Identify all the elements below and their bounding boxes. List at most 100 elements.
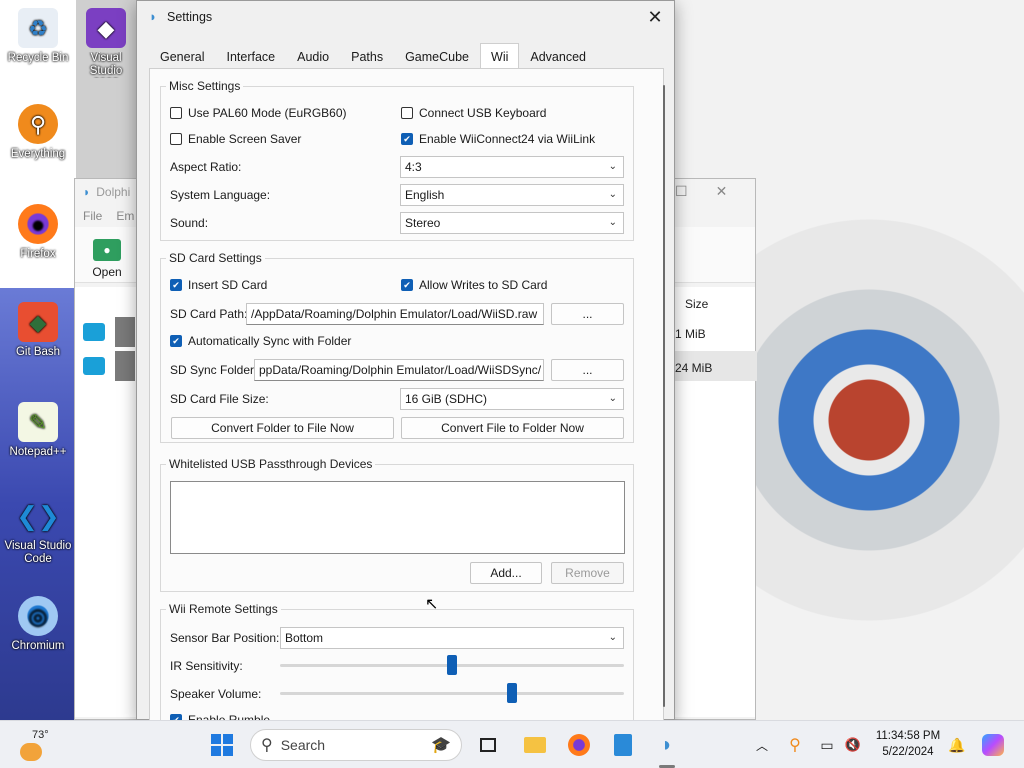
remove-usb-device-button[interactable]: Remove (551, 562, 624, 584)
everything-tray-button[interactable]: ⚲ (784, 729, 806, 761)
wii-tab-panel: Misc Settings Use PAL60 Mode (EuRGB60) C… (149, 68, 665, 729)
network-icon: ▭ (820, 736, 834, 753)
usb-device-list[interactable] (170, 481, 625, 554)
vertical-scrollbar[interactable] (663, 85, 665, 707)
git-bash-icon: ◆ (18, 302, 58, 342)
recycle-bin-desktop-icon[interactable]: ♻ Recycle Bin (2, 8, 74, 65)
task-view-button[interactable] (474, 729, 502, 761)
notepad-plus-plus-desktop-icon[interactable]: ✎ Notepad++ (2, 402, 74, 459)
bell-icon: 🔔 (948, 736, 966, 753)
desktop-icon-label: Chromium (11, 640, 65, 652)
search-placeholder: Search (280, 737, 326, 753)
show-hidden-icons-button[interactable]: ︿ (752, 729, 772, 761)
speaker-volume-slider[interactable] (280, 682, 624, 704)
system-language-select[interactable]: English ⌄ (400, 184, 624, 206)
sd-card-path-field[interactable]: /AppData/Roaming/Dolphin Emulator/Load/W… (246, 303, 544, 325)
start-button[interactable] (206, 729, 238, 761)
screen-saver-checkbox[interactable]: Enable Screen Saver (170, 132, 301, 146)
ir-sensitivity-slider[interactable] (280, 654, 624, 676)
insert-sd-card-checkbox[interactable]: ✔ Insert SD Card (170, 278, 267, 292)
close-button[interactable]: ✕ (642, 4, 668, 30)
file-explorer-button[interactable] (520, 729, 550, 761)
tab-gamecube[interactable]: GameCube (394, 43, 480, 69)
wiiconnect24-checkbox[interactable]: ✔ Enable WiiConnect24 via WiiLink (401, 132, 595, 146)
checkbox-label: Allow Writes to SD Card (419, 278, 548, 292)
checkbox-label: Enable WiiConnect24 via WiiLink (419, 132, 596, 146)
vscode-desktop-icon[interactable]: ❮❯ Visual Studio Code (2, 496, 74, 566)
aspect-ratio-select[interactable]: 4:3 ⌄ (400, 156, 624, 178)
sd-card-path-browse-button[interactable]: ... (551, 303, 624, 325)
taskbar-search[interactable]: ⚲ Search 🎓 (250, 729, 462, 761)
mute-icon: 🔇 (844, 737, 862, 752)
wii-remote-settings-title: Wii Remote Settings (166, 602, 281, 616)
notepad-taskbar-button[interactable] (608, 729, 638, 761)
copilot-button[interactable] (978, 729, 1008, 761)
taskbar: 73° ⚲ Search 🎓 ◗ ︿ ⚲ ▭ 🔇 11:34:58 PM 5/2… (0, 720, 1024, 768)
close-icon[interactable]: ✕ (716, 183, 728, 200)
slider-thumb[interactable] (447, 655, 457, 675)
graduation-cap-icon: 🎓 (431, 737, 451, 754)
slider-thumb[interactable] (507, 683, 517, 703)
desktop-icon-label: Visual Studio 2022 Preview (89, 52, 123, 77)
sensor-bar-position-select[interactable]: Bottom ⌄ (280, 627, 624, 649)
menu-emulation[interactable]: Em (116, 209, 134, 223)
tab-audio[interactable]: Audio (286, 43, 340, 69)
dolphin-taskbar-button[interactable]: ◗ (652, 729, 682, 761)
tab-general[interactable]: General (149, 43, 215, 69)
select-value: Bottom (285, 631, 324, 645)
usb-keyboard-checkbox[interactable]: Connect USB Keyboard (401, 106, 546, 120)
copilot-icon (982, 734, 1004, 756)
allow-writes-checkbox[interactable]: ✔ Allow Writes to SD Card (401, 278, 547, 292)
maximize-icon[interactable]: ☐ (675, 183, 688, 200)
sd-card-path-label: SD Card Path: (170, 307, 248, 321)
weather-widget[interactable]: 73° (20, 727, 49, 761)
menu-file[interactable]: File (83, 209, 102, 223)
sd-card-file-size-select[interactable]: 16 GiB (SDHC) ⌄ (400, 388, 624, 410)
pal60-checkbox[interactable]: Use PAL60 Mode (EuRGB60) (170, 106, 347, 120)
tab-wii[interactable]: Wii (480, 43, 520, 69)
table-cell-size: 1 MiB (675, 327, 706, 341)
desktop-icon-label: Everything (10, 148, 66, 160)
auto-sync-checkbox[interactable]: ✔ Automatically Sync with Folder (170, 334, 351, 348)
sd-sync-folder-browse-button[interactable]: ... (551, 359, 624, 381)
select-value: English (405, 188, 445, 202)
visual-studio-icon: ◆ (86, 8, 126, 48)
search-icon: ⚲ (261, 737, 273, 754)
firefox-desktop-icon[interactable]: ● Firefox (2, 204, 74, 261)
git-bash-desktop-icon[interactable]: ◆ Git Bash (2, 302, 74, 359)
table-cell-size: 24 MiB (675, 361, 713, 375)
everything-desktop-icon[interactable]: ⚲ Everything (2, 104, 74, 161)
tab-paths[interactable]: Paths (340, 43, 394, 69)
everything-icon: ⚲ (789, 737, 801, 754)
settings-dialog[interactable]: ◗ Settings ✕ General Interface Audio Pat… (136, 0, 675, 729)
chromium-desktop-icon[interactable]: ◎ Chromium (2, 596, 74, 653)
windows-icon (211, 734, 233, 756)
network-tray-button[interactable]: ▭ (816, 729, 838, 761)
firefox-taskbar-button[interactable] (564, 729, 594, 761)
sound-select[interactable]: Stereo ⌄ (400, 212, 624, 234)
tab-interface[interactable]: Interface (215, 43, 286, 69)
open-folder-icon: ● (93, 239, 121, 261)
sd-sync-folder-field[interactable]: ppData/Roaming/Dolphin Emulator/Load/Wii… (254, 359, 544, 381)
open-button[interactable]: ● Open (85, 239, 129, 279)
select-value: 4:3 (405, 160, 422, 174)
chevron-down-icon: ⌄ (608, 632, 617, 643)
add-usb-device-button[interactable]: Add... (470, 562, 542, 584)
aspect-ratio-label: Aspect Ratio: (170, 160, 242, 174)
notifications-button[interactable]: 🔔 (946, 729, 968, 761)
dolphin-icon: ◗ (83, 185, 91, 199)
convert-file-to-folder-button[interactable]: Convert File to Folder Now (401, 417, 624, 439)
column-header-size[interactable]: Size (685, 297, 708, 311)
taskbar-clock[interactable]: 11:34:58 PM 5/22/2024 (868, 728, 948, 760)
open-label: Open (92, 265, 122, 279)
sound-label: Sound: (170, 216, 209, 230)
convert-folder-to-file-button[interactable]: Convert Folder to File Now (171, 417, 394, 439)
everything-icon: ⚲ (18, 104, 58, 144)
settings-titlebar: ◗ Settings ✕ (137, 1, 674, 33)
checkbox-label: Use PAL60 Mode (EuRGB60) (188, 106, 347, 120)
visual-studio-preview-desktop-icon[interactable]: ◆ Visual Studio 2022 Preview (76, 8, 136, 78)
game-banner (115, 317, 135, 347)
tab-advanced[interactable]: Advanced (519, 43, 597, 69)
checkbox-unchecked (401, 107, 413, 119)
volume-tray-button[interactable]: 🔇 (842, 729, 864, 761)
